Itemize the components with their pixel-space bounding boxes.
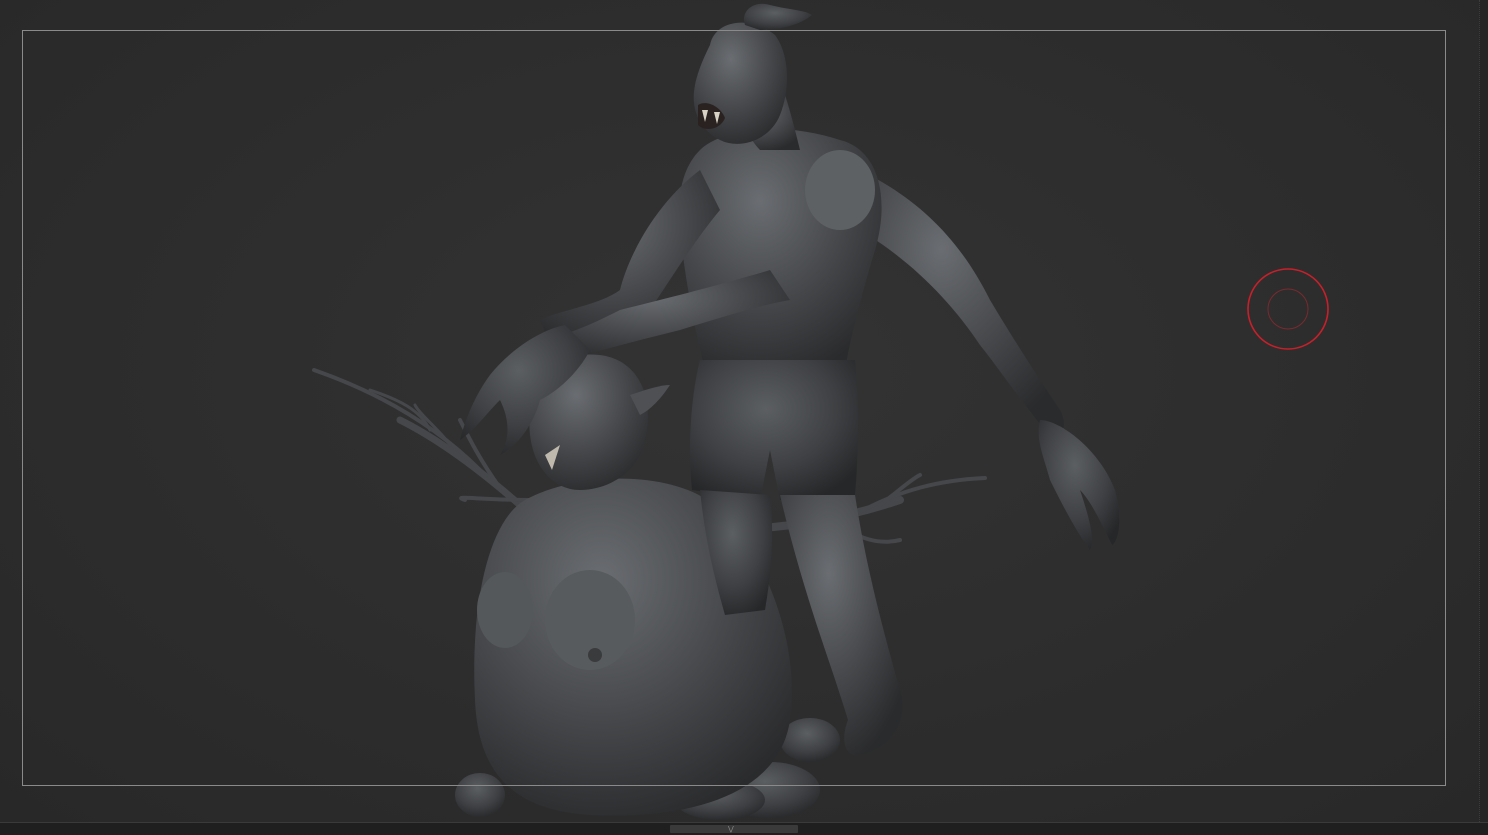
viewport-canvas[interactable] xyxy=(0,0,1488,822)
brush-cursor-icon xyxy=(1247,268,1329,350)
render-frame-border xyxy=(22,30,1446,786)
bottom-shelf: ⋁ xyxy=(0,822,1488,835)
expand-handle-icon: ⋁ xyxy=(728,825,734,833)
expand-handle-button[interactable]: ⋁ xyxy=(670,825,798,833)
right-edge-scrollbar[interactable] xyxy=(1479,0,1488,822)
